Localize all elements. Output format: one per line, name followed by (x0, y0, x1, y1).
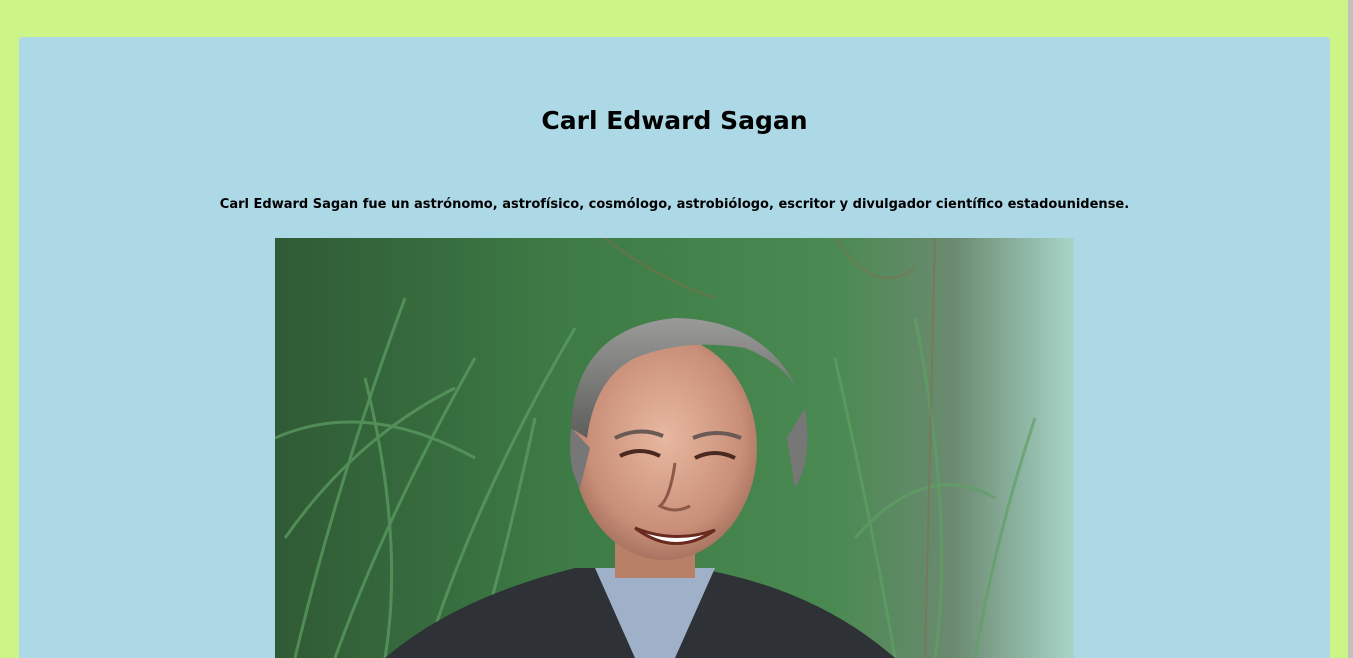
page-description: Carl Edward Sagan fue un astrónomo, astr… (219, 197, 1130, 212)
portrait-photo (275, 238, 1074, 658)
page-title: Carl Edward Sagan (541, 106, 808, 135)
vertical-scrollbar[interactable] (1348, 0, 1353, 658)
scrollbar-thumb[interactable] (1348, 0, 1353, 658)
page-viewport: Carl Edward Sagan Carl Edward Sagan fue … (0, 0, 1353, 658)
